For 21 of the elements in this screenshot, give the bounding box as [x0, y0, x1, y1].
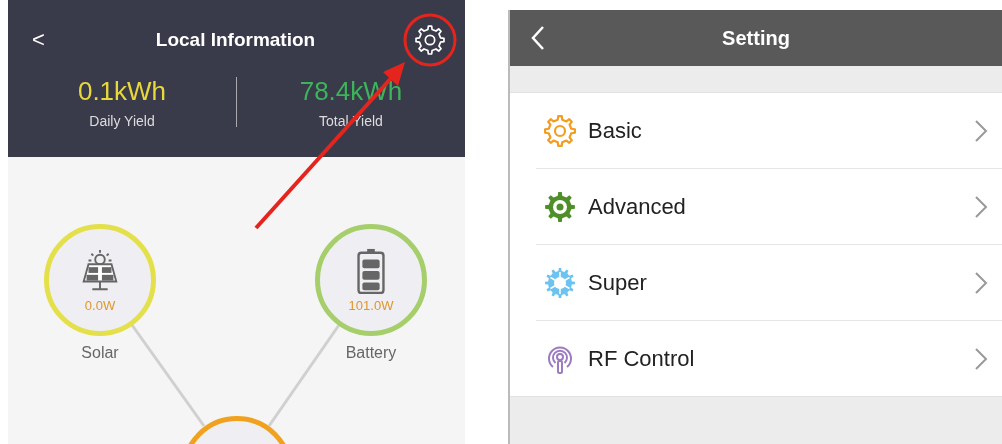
node-label: Solar — [80, 344, 120, 362]
settings-item[interactable]: RF Control — [536, 321, 1002, 396]
yield-label: Daily Yield — [89, 112, 155, 129]
yield-value: 0.1kWh — [77, 75, 167, 107]
chevron-icon — [974, 118, 988, 143]
chevron-icon — [974, 194, 988, 219]
chevron-icon — [974, 346, 988, 371]
settings-icon[interactable] — [415, 25, 445, 55]
chevron-icon — [974, 270, 988, 295]
settings-item[interactable]: Basic — [536, 93, 1002, 169]
node-label: Battery — [344, 344, 398, 362]
screen-title: Local Information — [154, 29, 317, 51]
power-reading: 0.0W — [84, 297, 116, 313]
back-button[interactable] — [530, 24, 546, 52]
settings-item[interactable]: Advanced — [536, 169, 1002, 245]
highlight-circle — [403, 13, 457, 67]
screen-title: Setting — [721, 26, 791, 50]
settings-item[interactable]: Super — [536, 245, 1002, 321]
back-button[interactable]: < — [32, 27, 56, 53]
yield-label: Total Yield — [319, 112, 383, 129]
power-reading: 101.0W — [348, 297, 394, 313]
